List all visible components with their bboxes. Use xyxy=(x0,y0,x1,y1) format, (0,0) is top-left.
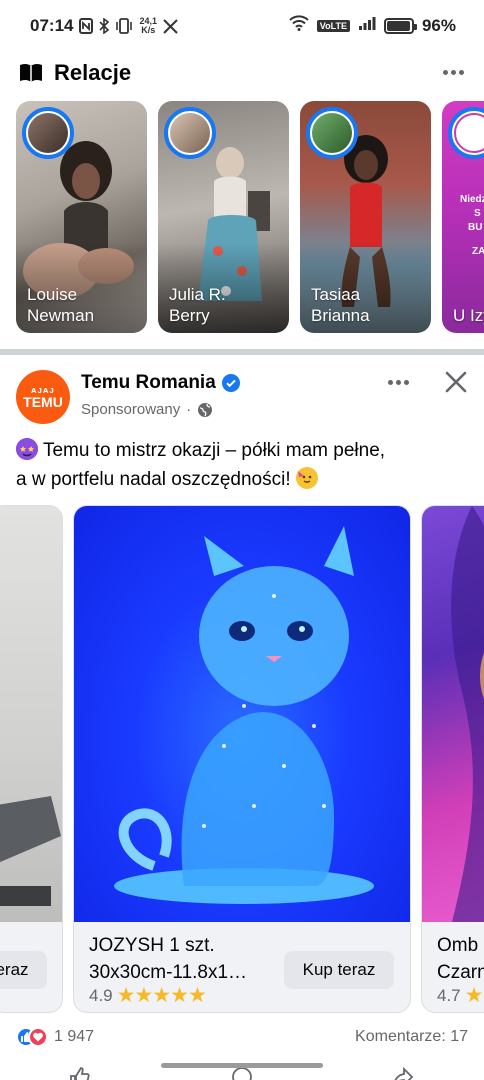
story-overlay-line: S xyxy=(474,208,481,219)
stories-row: Louise Newman Julia R. Berry Tasiaa Bria… xyxy=(16,101,484,333)
post-text-line1: Temu to mistrz okazji – półki mam pełne, xyxy=(42,440,386,461)
carousel-card[interactable]: JOZYSH 1 szt. 30x30cm-11.8x1… 4.9 ★★★★★ K… xyxy=(73,505,411,1013)
product-title: Omb Czarn xyxy=(437,932,484,986)
rating-stars-icon: ★★★★★ xyxy=(116,984,207,1007)
bluetooth-icon xyxy=(99,18,110,34)
close-icon[interactable] xyxy=(442,368,470,396)
home-indicator[interactable] xyxy=(161,1063,323,1068)
clock: 07:14 xyxy=(30,16,74,35)
story-card[interactable]: Niedz S BU ZA U Izy xyxy=(442,101,484,333)
product-title-line2: 30x30cm-11.8x1… xyxy=(89,962,248,983)
avatar-logo-text: TEMU xyxy=(23,393,63,410)
buy-now-button[interactable]: eraz xyxy=(0,951,47,989)
globe-icon xyxy=(197,402,213,418)
carousel-card[interactable]: Omb Czarn 4.7 ★ xyxy=(421,505,484,1013)
story-avatar xyxy=(22,107,74,159)
story-name-line1: U Izy xyxy=(453,306,484,325)
stories-title: Relacje xyxy=(54,60,132,85)
product-image xyxy=(0,506,62,922)
story-avatar xyxy=(306,107,358,159)
post-meta: Sponsorowany · xyxy=(81,401,213,418)
story-overlay-text: Niedz S BU ZA xyxy=(460,193,484,259)
post-more-button[interactable] xyxy=(383,371,413,393)
verified-badge-icon xyxy=(221,374,240,392)
status-right: VoLTE 96% xyxy=(289,15,456,36)
story-name-line2: Newman xyxy=(27,306,95,325)
story-card[interactable]: Julia R. Berry xyxy=(158,101,289,333)
post-text: Temu to mistrz okazji – półki mam pełne,… xyxy=(16,436,472,494)
meta-separator: · xyxy=(186,401,192,418)
book-icon xyxy=(18,60,44,86)
status-left: 07:14 24,1 K/s xyxy=(30,16,178,36)
rating-value: 4.7 xyxy=(437,986,461,1005)
avatar-logo-top: ᴀᴊᴀᴊ xyxy=(31,384,55,395)
product-title-line2: Czarn xyxy=(437,962,484,983)
rating-value: 4.9 xyxy=(89,986,113,1005)
story-name: Julia R. Berry xyxy=(169,284,281,326)
nfc-icon xyxy=(79,18,94,34)
post-author[interactable]: Temu Romania xyxy=(81,372,240,394)
carousel-card[interactable]: eraz xyxy=(0,505,63,1013)
like-icon[interactable] xyxy=(68,1066,90,1080)
feed-divider xyxy=(0,349,484,355)
x-app-icon xyxy=(163,18,178,34)
story-name-line1: Julia R. xyxy=(169,285,226,304)
volte-badge: VoLTE xyxy=(316,19,350,32)
product-title: JOZYSH 1 szt. 30x30cm-11.8x1… xyxy=(89,932,247,986)
story-name-line1: Tasiaa xyxy=(311,285,361,304)
story-name: U Izy xyxy=(453,305,484,326)
reactions-count: 1 947 xyxy=(54,1028,95,1045)
story-overlay-line: ZA xyxy=(472,246,484,257)
comments-count[interactable]: Komentarze: 17 xyxy=(355,1028,468,1046)
star-struck-emoji-icon xyxy=(16,438,38,460)
stories-more-button[interactable] xyxy=(438,58,468,86)
product-image xyxy=(74,506,410,922)
buy-now-button[interactable]: Kup teraz xyxy=(284,951,394,989)
story-overlay-line: Niedz xyxy=(460,194,484,205)
ad-carousel[interactable]: eraz JOZYSH 1 szt.30x30cm-11.8x1… 4.9 ★★… xyxy=(0,505,484,1015)
network-speed-unit: K/s xyxy=(141,25,156,35)
network-speed: 24,1 K/s xyxy=(139,17,157,35)
story-overlay-line: BU xyxy=(468,222,483,233)
story-name-line2: Berry xyxy=(169,306,210,325)
product-title-line1: JOZYSH 1 szt. xyxy=(89,935,215,956)
story-name: Tasiaa Brianna xyxy=(311,284,423,326)
product-image xyxy=(422,506,484,922)
sponsored-label[interactable]: Sponsorowany xyxy=(81,401,180,418)
product-title-line1: Omb xyxy=(437,935,479,956)
comment-icon[interactable] xyxy=(231,1066,253,1080)
stories-header: Relacje xyxy=(18,56,468,90)
battery-percent: 96% xyxy=(421,15,456,35)
battery-icon xyxy=(383,17,417,34)
story-avatar xyxy=(164,107,216,159)
story-name: Louise Newman xyxy=(27,284,139,326)
battery-fill xyxy=(386,20,410,31)
story-name-line2: Brianna xyxy=(311,306,370,325)
story-card[interactable]: Tasiaa Brianna xyxy=(300,101,431,333)
story-name-line1: Louise xyxy=(27,285,78,304)
reactions-summary[interactable]: 1 947 xyxy=(16,1027,94,1047)
signal-icon xyxy=(358,15,376,36)
vibrate-icon xyxy=(115,18,133,34)
post-author-name[interactable]: Temu Romania xyxy=(81,372,216,394)
rating-stars-icon: ★ xyxy=(464,984,484,1007)
partying-face-emoji-icon xyxy=(295,467,318,489)
product-rating: 4.9 ★★★★★ xyxy=(89,984,207,1007)
status-bar: 07:14 24,1 K/s VoLTE 96% xyxy=(0,0,484,52)
product-rating: 4.7 ★ xyxy=(437,984,484,1007)
story-card[interactable]: Louise Newman xyxy=(16,101,147,333)
wifi-icon xyxy=(289,15,309,36)
share-icon[interactable] xyxy=(392,1066,414,1080)
love-reaction-icon xyxy=(28,1027,48,1047)
post-text-line2: a w portfelu nadal oszczędności! xyxy=(16,469,291,490)
page-avatar[interactable]: ᴀᴊᴀᴊ TEMU xyxy=(16,370,70,424)
